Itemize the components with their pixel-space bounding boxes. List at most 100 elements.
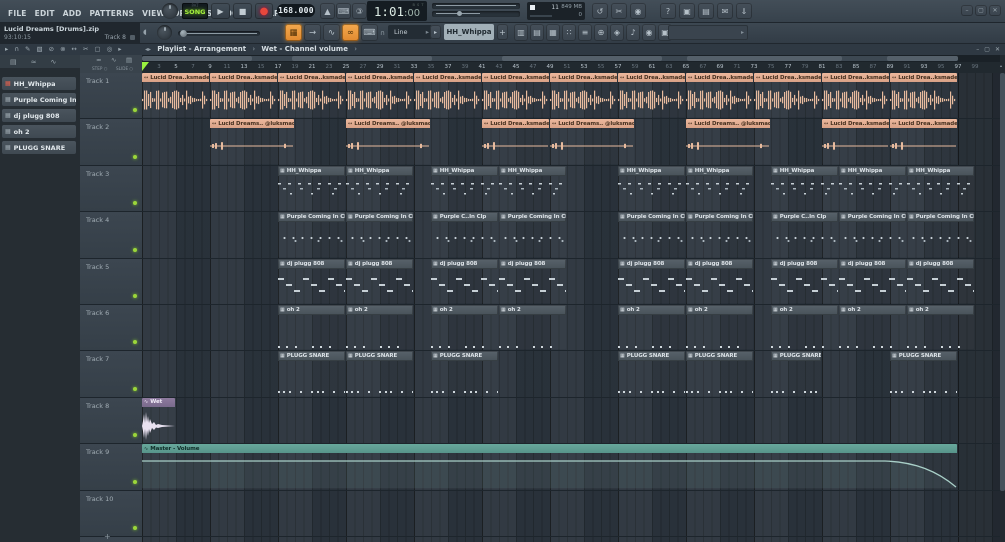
add-track-button[interactable]: + [104,532,111,541]
clip-header[interactable]: ▦ Purple Coming In Clp [346,212,413,223]
clip-header[interactable]: ▦ HH_Whippa [346,165,413,176]
wait-for-input-icon[interactable]: ⌨ [336,3,351,19]
clip-header[interactable]: ↔Lucid Dreams.. @luksmadethis [346,119,430,129]
playlist-clip[interactable]: ▦ PLUGG SNARE [346,351,413,396]
clip-header[interactable]: ↔Lucid Dreams.. @luksmadethis [550,119,634,129]
playlist-grid-row[interactable]: ▦ Purple Coming In Clp ▦ Purple Coming In C… [142,212,1000,259]
paint-tool-icon[interactable]: ▧ [36,44,42,55]
playlist-panel-icon[interactable]: ▥ [514,24,528,41]
clip-header[interactable]: ▦ oh 2 [839,304,906,315]
playlist-clip[interactable]: ▦ oh 2 [686,304,753,350]
zoom-tool-icon[interactable]: ◎ [107,44,113,55]
playlist-grid-row[interactable]: ↔Lucid Drea..ksmadethis↔Lucid Drea..ksma… [142,73,1000,120]
playlist-clip[interactable]: ↔Lucid Drea..ksmadethis [686,73,753,117]
playlist-clip[interactable]: ▦ dj plugg 808 [431,258,498,303]
track-header[interactable]: Track 6 [80,304,142,352]
clip-header[interactable]: ▦ dj plugg 808 [618,258,685,269]
clip-header[interactable]: ↔Lucid Drea..ksmadethis [550,73,617,82]
breadcrumb-channel[interactable]: Wet - Channel volume [261,45,348,53]
playlist-clip[interactable]: ▦ HH_Whippa [499,165,566,211]
playlist-clip[interactable]: ▦ HH_Whippa [771,165,838,211]
chat-icon[interactable]: ✉ [717,3,733,19]
close-button[interactable]: ✕ [989,5,1001,16]
clip-header[interactable]: ↔Lucid Drea..ksmadethis [482,119,549,129]
breadcrumb-arrangement[interactable]: Playlist - Arrangement [157,45,246,53]
playlist-clip[interactable]: ↔Lucid Dreams.. @luksmadethis [346,119,430,163]
playlist-clip[interactable]: ↔Lucid Drea..ksmadethis [822,119,889,163]
playlist-clip[interactable]: ▦ oh 2 [346,304,413,350]
vscroll-thumb[interactable] [1000,73,1005,491]
track-mute-led[interactable] [133,386,137,391]
menu-item-edit[interactable]: EDIT [31,3,59,25]
track-header[interactable]: Track 7 [80,351,142,398]
microphone-icon[interactable]: ◉ [630,3,646,19]
clip-header[interactable]: ▦ PLUGG SNARE [771,351,821,362]
playlist-clip[interactable]: ↔Lucid Drea..ksmadethis [482,73,549,117]
playlist-grid-row[interactable]: ↔Lucid Dreams.. @luksmadethis↔Lucid Drea… [142,119,1000,166]
playlist-clip[interactable]: ▦ oh 2 [907,304,974,350]
clip-header[interactable]: ▦ Purple Coming In Clp [839,212,906,223]
track-mute-led[interactable] [133,340,137,345]
cut-icon[interactable]: ✂ [611,3,627,19]
step-sequencer-icon[interactable]: ▦ [285,24,302,41]
playlist-clip[interactable]: ↔Lucid Drea..ksmadethis [142,73,209,117]
playlist-clip[interactable]: ▦ oh 2 [839,304,906,350]
patterns-mini-icon[interactable]: ▤ [126,56,132,64]
playlist-clip[interactable]: ∿ Wet [142,397,175,442]
picker-audio-tab[interactable]: ≈ [31,58,37,66]
clip-header[interactable]: ▦ HH_Whippa [771,165,838,176]
browser-panel-icon[interactable]: ≡ [578,24,592,41]
clip-header[interactable]: ▦ Purple C..In Clp [771,212,838,223]
mixer-panel-icon[interactable]: ∷ [562,24,576,41]
playlist-maximize-button[interactable]: ▢ [984,46,990,53]
picker-item[interactable]: ▦ dj plugg 808 [2,109,76,122]
playlist-clip[interactable]: ▦ Purple Coming In Clp [839,212,906,257]
scroll-up-icon[interactable]: ▴ [1000,63,1002,68]
clip-header[interactable]: ▦ PLUGG SNARE [278,351,345,362]
clip-header[interactable]: ▦ dj plugg 808 [839,258,906,269]
countdown-icon[interactable]: ③ [352,3,367,19]
clip-header[interactable]: ↔Lucid Drea..ksmadethis [414,73,481,82]
master-volume-slider[interactable] [178,30,260,37]
time-display[interactable]: B S T 1:01:00 [367,1,427,21]
main-volume-knob[interactable] [162,3,178,19]
track-header[interactable]: Track 4 [80,212,142,259]
playlist-clip[interactable]: ▦ HH_Whippa [907,165,974,211]
playlist-clip[interactable]: ▦ oh 2 [278,304,345,350]
picker-item[interactable]: ▦ oh 2 [2,125,76,138]
picker-automation-tab[interactable]: ∿ [51,58,57,66]
clip-header[interactable]: ∿ Wet [142,397,175,407]
snap-magnet-icon[interactable]: ∩ [14,44,19,55]
clip-header[interactable]: ↔Lucid Dreams.. @luksmadethis [210,119,294,129]
clip-header[interactable]: ▦ dj plugg 808 [907,258,974,269]
play-button[interactable]: ▶ [211,3,230,19]
slide-toggle[interactable]: SLIDE ○ [116,66,133,71]
clip-header[interactable]: ▦ dj plugg 808 [431,258,498,269]
track-header[interactable]: Track 5 [80,258,142,305]
mute-tool-icon[interactable]: ⊗ [60,44,65,55]
playlist-clip[interactable]: ▦ oh 2 [771,304,838,350]
export-icon[interactable]: ⇓ [736,3,752,19]
channel-prev-button[interactable]: ▸ [430,25,441,39]
track-mute-led[interactable] [133,201,137,206]
menu-item-file[interactable]: FILE [4,3,31,25]
undo-icon[interactable]: ↺ [592,3,608,19]
clip-header[interactable]: ▦ Purple C..In Clp [431,212,498,223]
snap-selector[interactable]: Line ▸ [388,25,432,39]
clip-header[interactable]: ↔Lucid Drea..ksmadethis [482,73,549,82]
track-header[interactable]: Track 10 [80,490,142,537]
track-header[interactable]: Track 9 [80,444,142,491]
clip-header[interactable]: ↔Lucid Drea..ksmadethis [822,119,889,129]
clip-header[interactable]: ▦ oh 2 [618,304,685,315]
picker-item[interactable]: ▦ PLUGG SNARE [2,141,76,154]
playlist-clip[interactable]: ▦ Purple C..In Clp [771,212,838,257]
playlist-grid-row[interactable] [142,536,1000,542]
add-channel-button[interactable]: + [497,24,508,40]
picker-item[interactable]: ▦Purple Coming In Clp [2,93,76,106]
playlist-clip[interactable]: ▦ HH_Whippa [618,165,685,211]
clip-header[interactable]: ▦ oh 2 [907,304,974,315]
monitor-knob[interactable] [157,25,172,40]
playlist-clip[interactable]: ▦ HH_Whippa [839,165,906,211]
playlist-clip[interactable]: ↔Lucid Drea..ksmadethis [346,73,413,117]
vertical-scrollbar[interactable]: ▴ [1000,55,1005,542]
